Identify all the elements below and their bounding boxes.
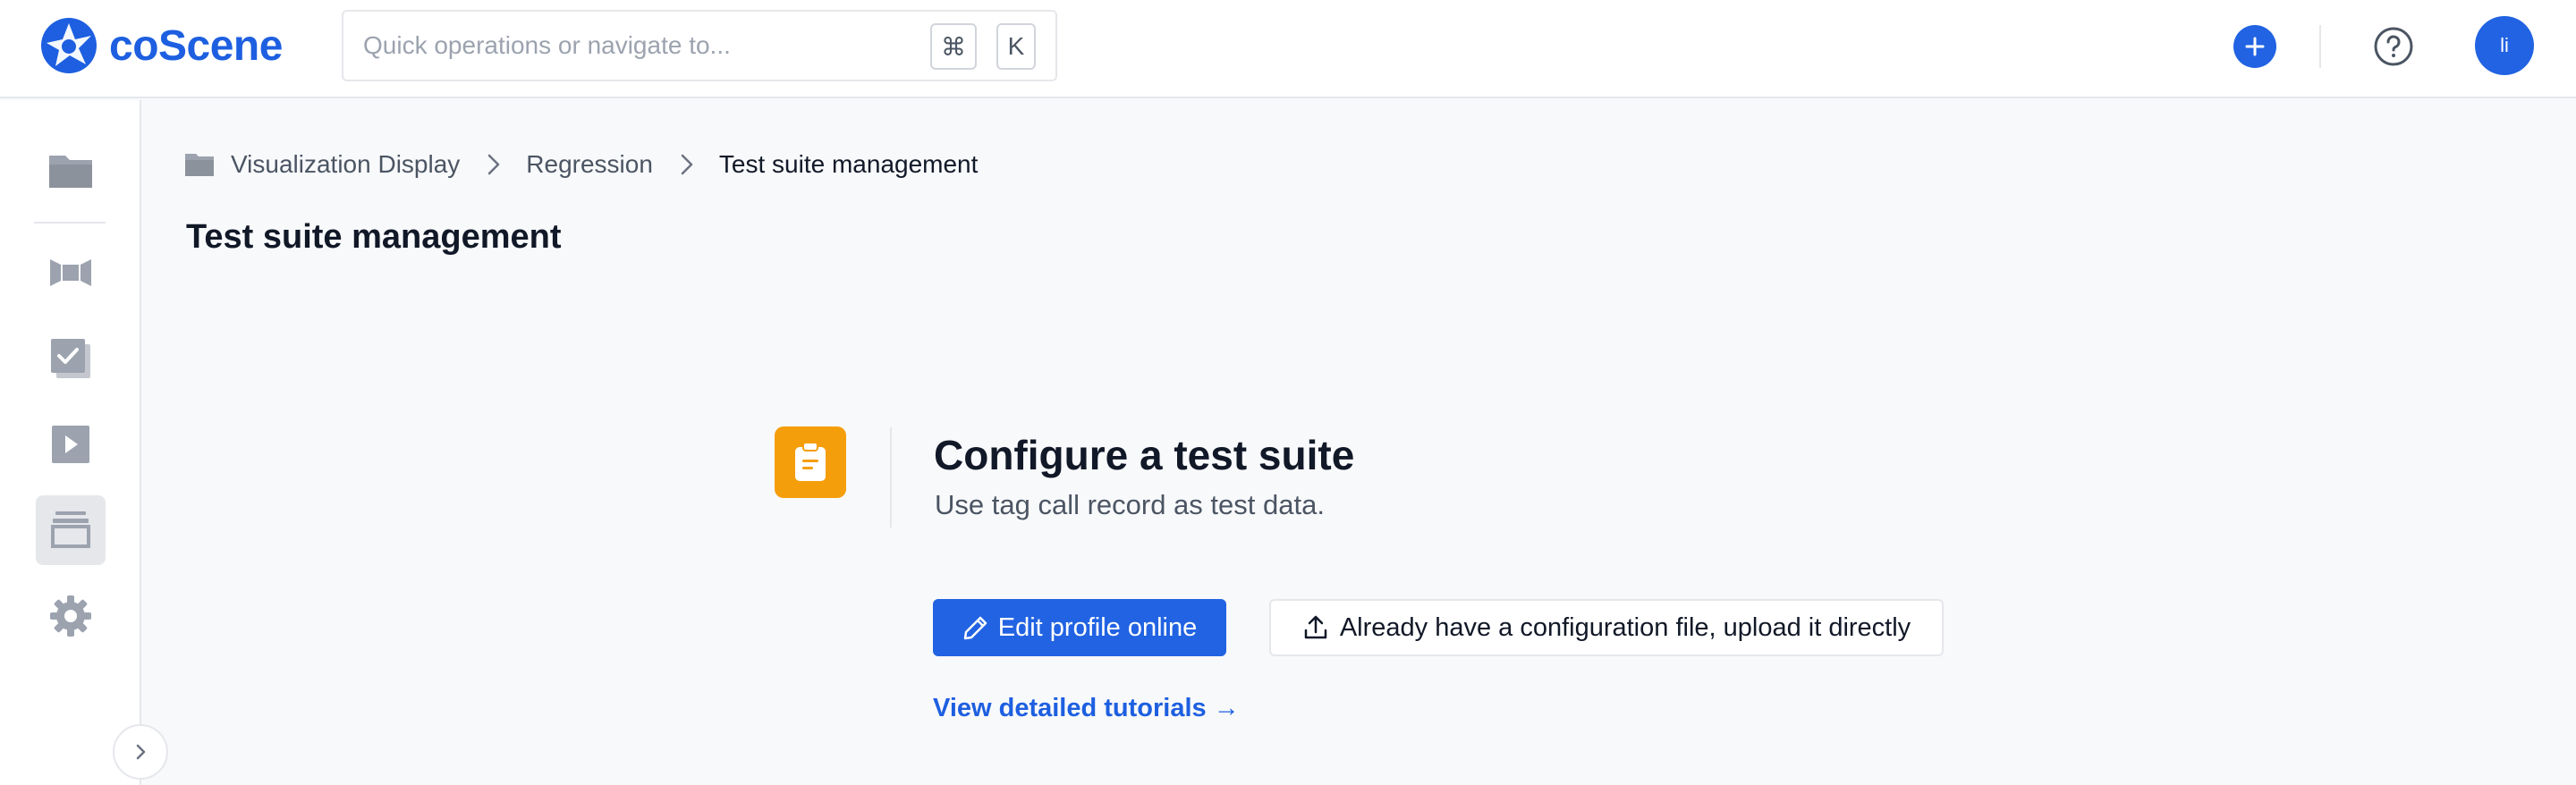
- create-button[interactable]: [2233, 25, 2276, 68]
- chevron-right-icon: [488, 154, 500, 175]
- folder-icon: [185, 154, 214, 176]
- chevron-right-icon: [136, 744, 146, 760]
- breadcrumb-item-current: Test suite management: [718, 150, 979, 178]
- archive-stack-icon: [51, 511, 90, 548]
- chevron-right-icon: [681, 154, 693, 175]
- help-circle-icon: [2374, 27, 2413, 66]
- sidebar-item-test-suites[interactable]: [36, 495, 106, 565]
- edit-profile-online-button[interactable]: Edit profile online: [933, 599, 1226, 656]
- pencil-icon: [963, 616, 987, 640]
- empty-state-divider: [890, 427, 892, 528]
- page-title: Test suite management: [186, 218, 562, 256]
- sidebar-divider: [34, 222, 106, 224]
- folder-icon: [49, 156, 92, 188]
- breadcrumb-separator: [680, 152, 694, 177]
- edit-profile-online-label: Edit profile online: [997, 612, 1198, 642]
- bowtie-icon: [50, 259, 91, 286]
- breadcrumb-item-regression[interactable]: Regression: [526, 150, 653, 179]
- search-placeholder: Quick operations or navigate to...: [363, 31, 731, 59]
- help-button[interactable]: [2371, 24, 2416, 69]
- play-icon: [52, 426, 89, 463]
- sidebar-item-playback[interactable]: [36, 409, 106, 479]
- gear-icon: [50, 595, 91, 637]
- sidebar-item-tasks[interactable]: [36, 324, 106, 393]
- test-suite-icon-tile: [775, 426, 846, 498]
- empty-state-title: Configure a test suite: [934, 432, 1355, 478]
- toolbar-divider: [2319, 25, 2321, 68]
- brand-logo[interactable]: coScene: [39, 16, 283, 75]
- upload-config-file-button[interactable]: Already have a configuration file, uploa…: [1269, 599, 1944, 656]
- plus-icon: [2245, 37, 2265, 56]
- breadcrumb-separator: [487, 152, 501, 177]
- empty-state-description: Use tag call record as test data.: [935, 489, 1325, 520]
- top-bar: coScene Quick operations or navigate to.…: [0, 0, 2576, 98]
- clipboard-icon: [795, 442, 826, 481]
- shortcut-command-key: ⌘: [930, 23, 977, 70]
- sidebar-collapse-button[interactable]: [113, 724, 168, 780]
- user-avatar[interactable]: li: [2475, 16, 2534, 75]
- breadcrumb-item-project[interactable]: Visualization Display: [231, 150, 460, 179]
- sidebar-item-projects[interactable]: [36, 136, 106, 206]
- breadcrumb: Visualization Display Regression Test su…: [184, 147, 978, 182]
- sidebar: [0, 100, 141, 785]
- brand-name: coScene: [109, 21, 283, 70]
- view-tutorials-link[interactable]: View detailed tutorials →: [933, 694, 1240, 723]
- upload-icon: [1304, 615, 1327, 639]
- quick-search[interactable]: Quick operations or navigate to... ⌘ K: [342, 10, 1057, 81]
- checklist-icon: [51, 339, 90, 378]
- shortcut-k-key: K: [996, 23, 1036, 70]
- upload-config-file-label: Already have a configuration file, uploa…: [1339, 612, 1911, 642]
- sidebar-item-visualization[interactable]: [36, 238, 106, 308]
- sidebar-item-settings[interactable]: [36, 581, 106, 651]
- coscene-logo-icon: [41, 18, 97, 73]
